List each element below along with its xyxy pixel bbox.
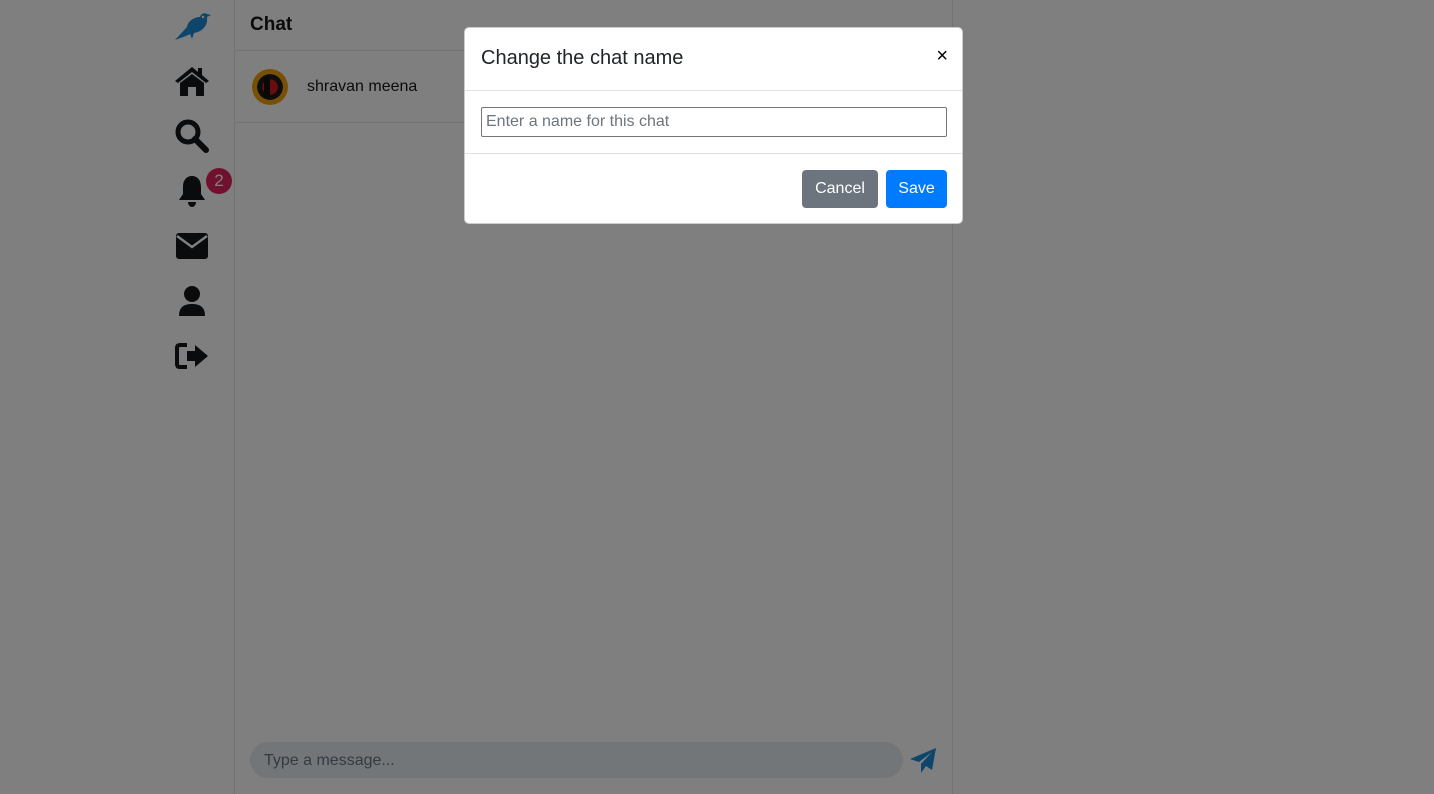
cancel-button[interactable]: Cancel — [802, 170, 878, 208]
modal-title: Change the chat name — [481, 47, 684, 69]
app: 2 Chat shravan meena — [0, 0, 1434, 794]
rename-chat-modal: Change the chat name × Cancel Save — [464, 27, 963, 224]
close-icon[interactable]: × — [936, 46, 948, 66]
modal-header: Change the chat name × — [465, 28, 962, 91]
chat-name-input[interactable] — [481, 107, 947, 137]
modal-body — [465, 91, 962, 154]
save-button[interactable]: Save — [886, 170, 947, 208]
modal-footer: Cancel Save — [465, 154, 962, 224]
